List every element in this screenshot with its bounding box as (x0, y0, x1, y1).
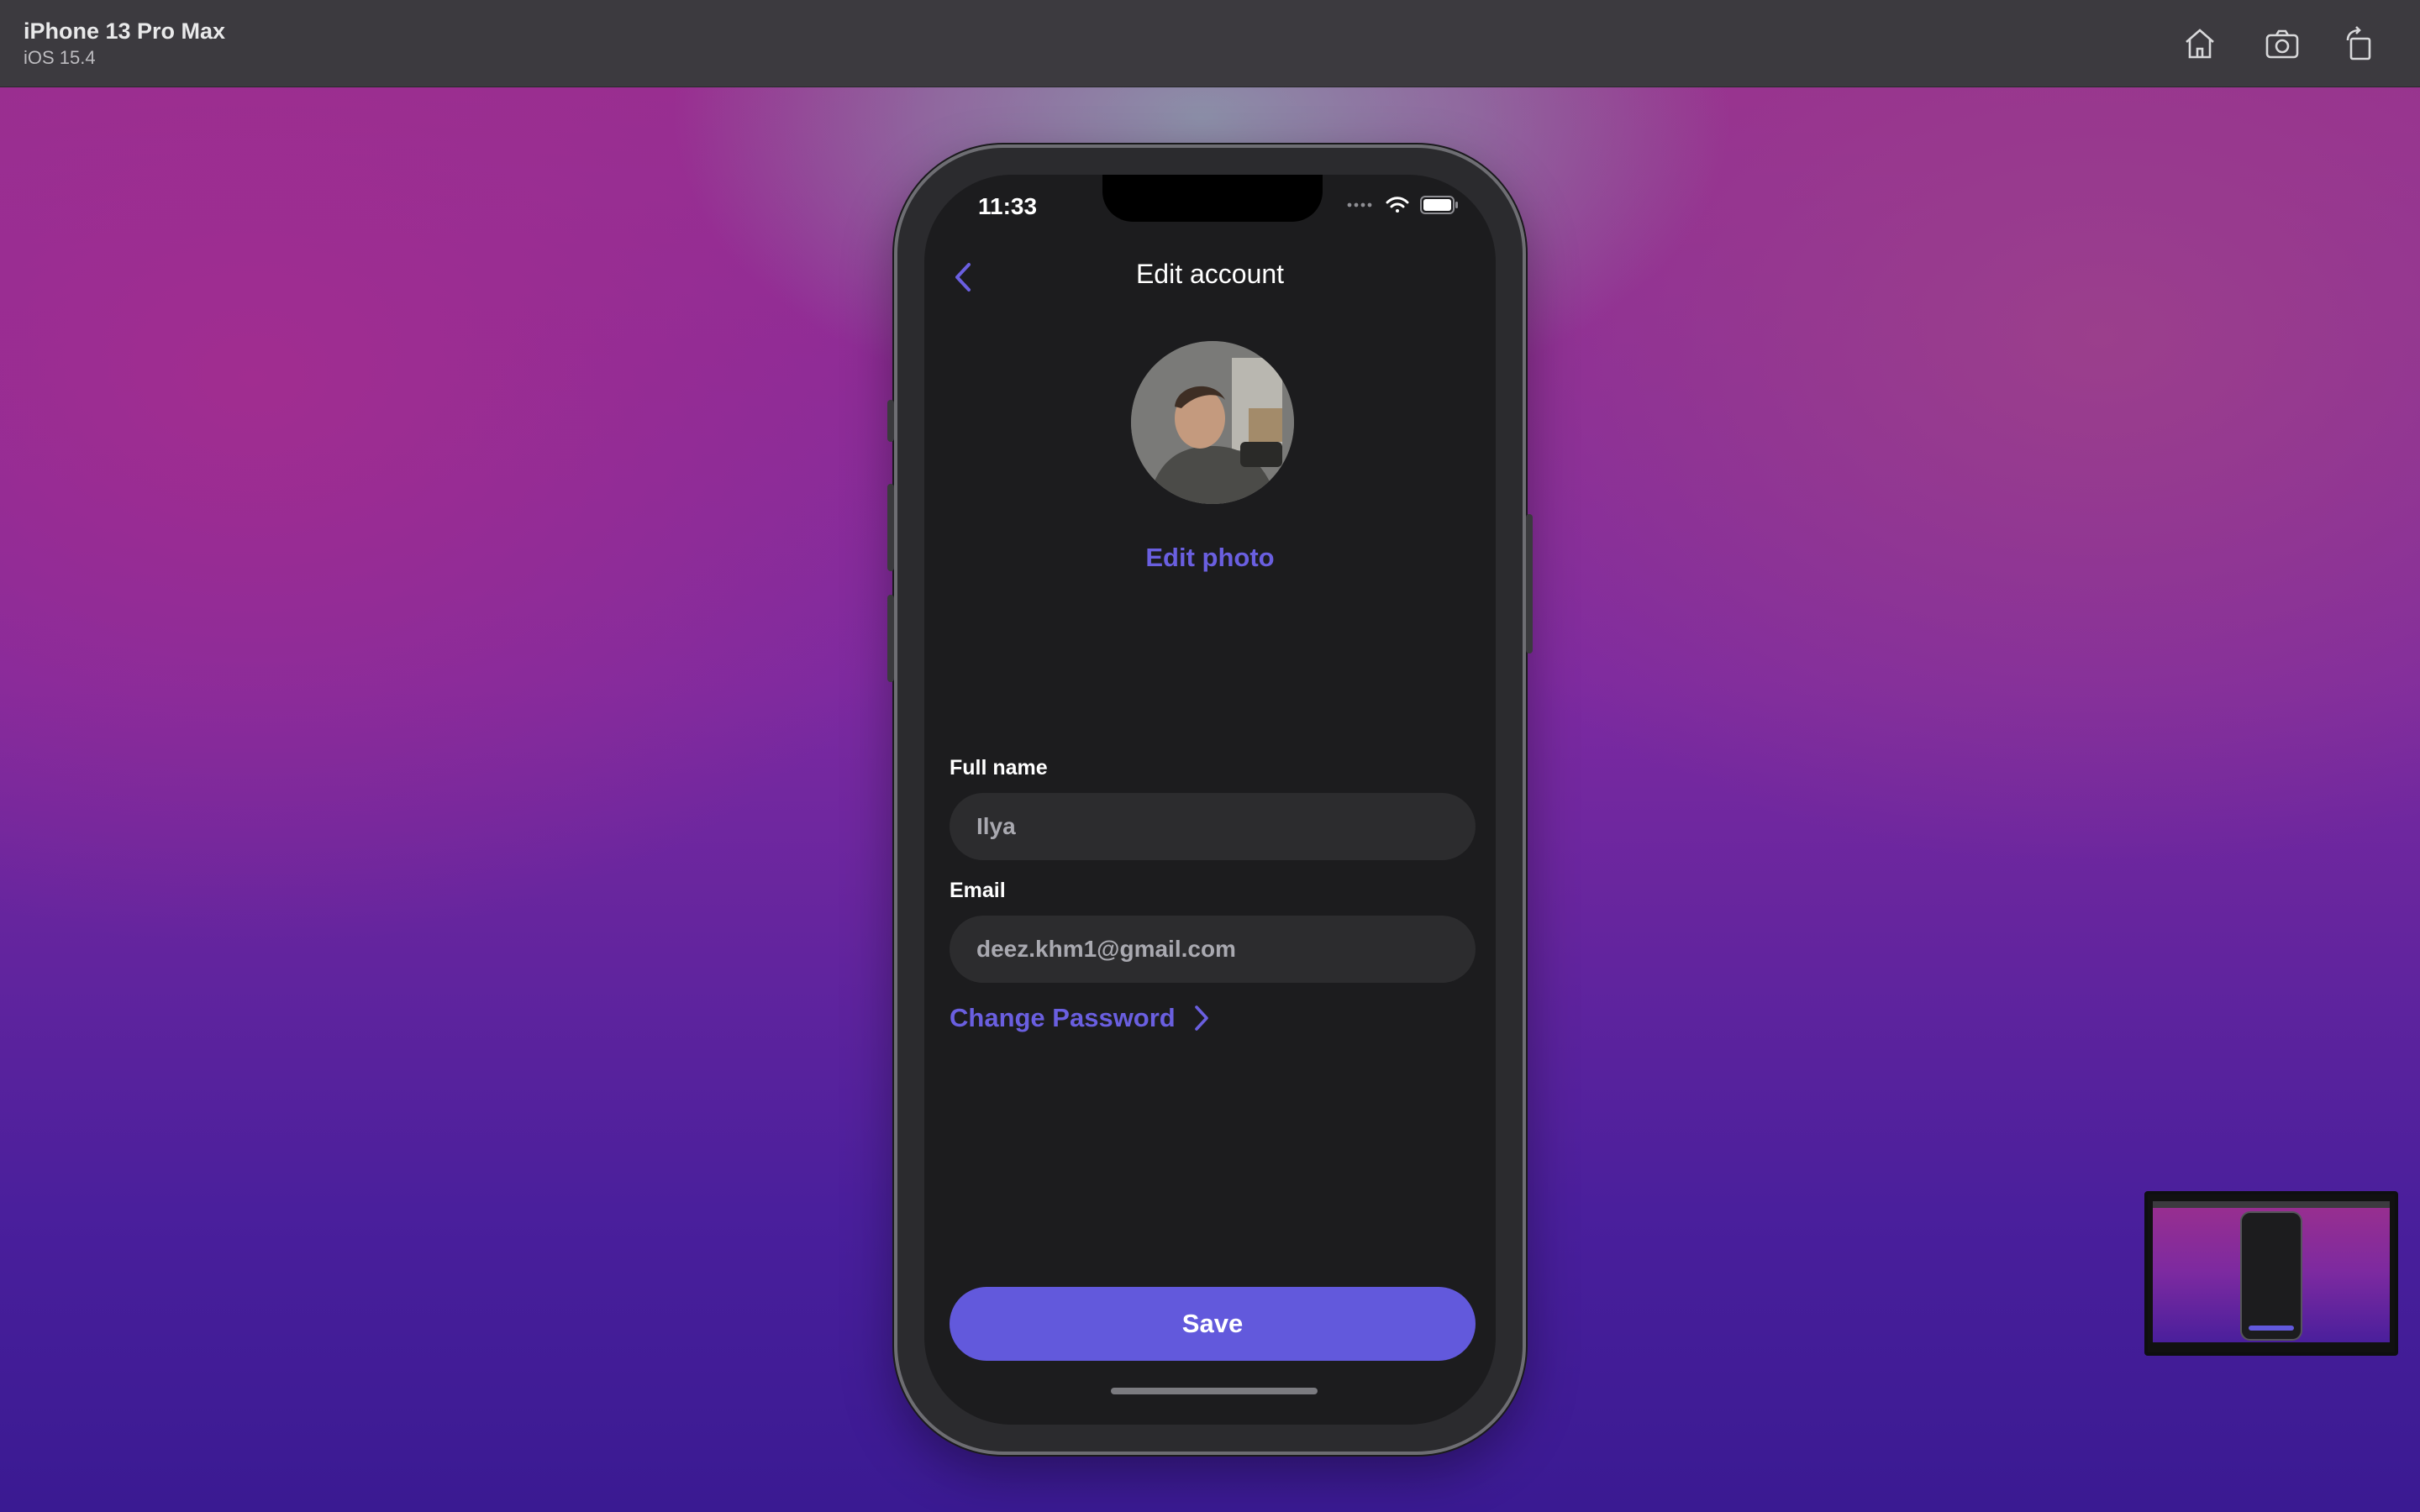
wifi-icon (1386, 197, 1409, 213)
change-password-label: Change Password (950, 1003, 1176, 1032)
screenshot-thumbnail[interactable] (2144, 1191, 2398, 1356)
rotate-button[interactable] (2338, 22, 2381, 66)
thumbnail-screen (2153, 1201, 2390, 1342)
home-button[interactable] (2178, 22, 2222, 66)
phone-frame: 11:33 Edit account Edit photo Full name … (887, 144, 1533, 1455)
thumbnail-save (2249, 1326, 2294, 1331)
app-screen: 11:33 Edit account Edit photo Full name … (924, 175, 1496, 1425)
screenshot-icon (2265, 29, 2299, 59)
home-icon (2186, 29, 2214, 59)
full-name-label: Full name (950, 756, 1048, 780)
change-password-link[interactable]: Change Password (950, 1003, 1209, 1033)
notch (1102, 175, 1323, 222)
email-label: Email (950, 879, 1006, 902)
power-button (1526, 514, 1533, 654)
chevron-right-icon (1194, 1005, 1208, 1031)
mute-switch (887, 400, 894, 442)
status-time: 11:33 (978, 193, 1038, 219)
profile-photo (1131, 341, 1294, 504)
cellular-dots-icon (1347, 202, 1372, 207)
full-name-field[interactable]: Ilya (950, 793, 1476, 860)
email-field[interactable]: deez.khm1@gmail.com (950, 916, 1476, 983)
save-button[interactable]: Save (950, 1287, 1476, 1361)
avatar[interactable] (1131, 341, 1294, 504)
volume-up-button (887, 484, 894, 571)
edit-photo-link[interactable]: Edit photo (924, 543, 1496, 573)
thumbnail-bar (2153, 1201, 2390, 1208)
os-version: iOS 15.4 (24, 47, 96, 68)
status-icons (1346, 195, 1459, 215)
thumbnail-phone (2240, 1211, 2302, 1341)
page-title: Edit account (1135, 259, 1285, 289)
home-indicator (1111, 1388, 1318, 1394)
device-name: iPhone 13 Pro Max (24, 18, 226, 44)
battery-icon (1420, 196, 1458, 214)
volume-down-button (887, 595, 894, 682)
rotate-icon (2346, 26, 2371, 60)
simulator-title-bar: iPhone 13 Pro Max iOS 15.4 (0, 0, 2420, 87)
screenshot-button[interactable] (2260, 22, 2304, 66)
